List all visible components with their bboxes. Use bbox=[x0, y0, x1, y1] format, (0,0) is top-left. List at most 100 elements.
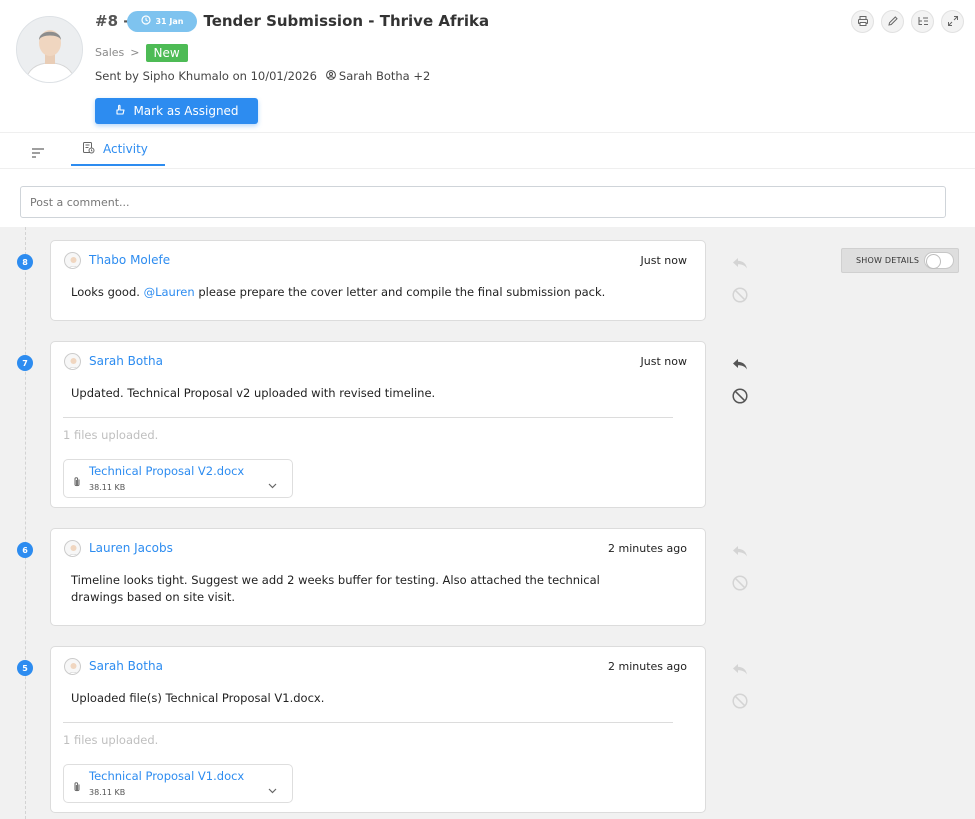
step-number: 5 bbox=[17, 660, 33, 676]
toggle-switch[interactable] bbox=[924, 252, 954, 269]
clock-icon bbox=[141, 15, 152, 27]
files-uploaded-label: 1 files uploaded. bbox=[63, 733, 159, 747]
comment-text-line: drawings based on site visit. bbox=[71, 590, 236, 604]
comment-text-line: Timeline looks tight. Suggest we add 2 w… bbox=[71, 573, 600, 587]
block-icon bbox=[731, 287, 749, 308]
step-number: 7 bbox=[17, 355, 33, 371]
mark-as-assigned-label: Mark as Assigned bbox=[133, 104, 239, 118]
sent-by-text: Sent by Sipho Khumalo on 10/01/2026 bbox=[95, 69, 317, 83]
file-name[interactable]: Technical Proposal V2.docx bbox=[89, 464, 244, 478]
due-date-pill[interactable]: 31 Jan bbox=[127, 10, 198, 32]
user-icon bbox=[325, 69, 336, 83]
reply-icon bbox=[731, 257, 749, 276]
user-avatar bbox=[64, 539, 81, 557]
user-avatar bbox=[64, 251, 81, 269]
paperclip-icon bbox=[72, 778, 82, 797]
block-button[interactable] bbox=[731, 574, 751, 594]
reply-icon bbox=[731, 663, 749, 682]
edit-button[interactable] bbox=[881, 10, 904, 33]
chevron-down-icon[interactable] bbox=[268, 779, 277, 798]
breadcrumb: Sales > New bbox=[95, 42, 188, 63]
timestamp: 2 minutes ago bbox=[608, 659, 687, 673]
breadcrumb-category[interactable]: Sales bbox=[95, 46, 124, 59]
reply-button[interactable] bbox=[731, 660, 751, 680]
block-icon bbox=[731, 693, 749, 714]
assignees[interactable]: Sarah Botha +2 bbox=[325, 69, 430, 83]
card-header: Sarah Botha Just now bbox=[64, 352, 687, 370]
file-attachment[interactable]: Technical Proposal V1.docx 38.11 KB bbox=[63, 764, 293, 803]
pencil-icon bbox=[887, 12, 899, 31]
card-header: Sarah Botha 2 minutes ago bbox=[64, 657, 687, 675]
ticket-title: Tender Submission - Thrive Afrika bbox=[203, 12, 490, 30]
user-avatar bbox=[64, 657, 81, 675]
paperclip-icon bbox=[72, 473, 82, 492]
comment-body: Looks good. @Lauren please prepare the c… bbox=[71, 284, 665, 301]
activity-card: Sarah Botha Just now Updated. Technical … bbox=[50, 341, 706, 508]
divider bbox=[63, 417, 673, 418]
files-uploaded-label: 1 files uploaded. bbox=[63, 428, 159, 442]
expand-button[interactable] bbox=[941, 10, 964, 33]
comment-text: please prepare the cover letter and comp… bbox=[198, 285, 606, 299]
reply-button[interactable] bbox=[731, 355, 751, 375]
file-size: 38.11 KB bbox=[89, 788, 126, 797]
ticket-header: #8 - 31 Jan Tender Submission - Thrive A… bbox=[0, 0, 975, 132]
ticket-title-row: #8 - 31 Jan Tender Submission - Thrive A… bbox=[95, 10, 489, 32]
activity-icon bbox=[82, 141, 95, 157]
user-mention[interactable]: @Lauren bbox=[144, 285, 195, 299]
comment-body: Uploaded file(s) Technical Proposal V1.d… bbox=[71, 691, 325, 705]
author-name[interactable]: Sarah Botha bbox=[89, 659, 163, 673]
comment-text: Looks good. bbox=[71, 285, 140, 299]
hand-pointer-icon bbox=[114, 104, 126, 119]
author-name[interactable]: Thabo Molefe bbox=[89, 253, 170, 267]
entry-actions bbox=[731, 542, 751, 606]
entry-actions bbox=[731, 660, 751, 724]
comment-area bbox=[0, 169, 975, 227]
timestamp: Just now bbox=[640, 354, 687, 368]
author-name[interactable]: Lauren Jacobs bbox=[89, 541, 173, 555]
timeline-line bbox=[25, 227, 26, 819]
block-button[interactable] bbox=[731, 692, 751, 712]
reply-icon bbox=[731, 545, 749, 564]
ticket-number: #8 - bbox=[95, 12, 130, 30]
file-size: 38.11 KB bbox=[89, 483, 126, 492]
checklist-icon bbox=[917, 12, 929, 31]
printer-icon bbox=[857, 12, 869, 31]
comment-body: Timeline looks tight. Suggest we add 2 w… bbox=[71, 572, 665, 606]
timestamp: 2 minutes ago bbox=[608, 541, 687, 555]
entry-actions bbox=[731, 355, 751, 419]
activity-card: Thabo Molefe Just now Looks good. @Laure… bbox=[50, 240, 706, 321]
reply-button[interactable] bbox=[731, 542, 751, 562]
activity-card: Sarah Botha 2 minutes ago Uploaded file(… bbox=[50, 646, 706, 813]
tab-activity[interactable]: Activity bbox=[71, 133, 165, 166]
show-details-label: SHOW DETAILS bbox=[856, 256, 920, 265]
print-button[interactable] bbox=[851, 10, 874, 33]
reply-icon bbox=[731, 358, 749, 377]
tab-bar: Activity bbox=[0, 132, 975, 169]
sort-filter-button[interactable] bbox=[31, 144, 45, 163]
subtasks-button[interactable] bbox=[911, 10, 934, 33]
ticket-meta: Sent by Sipho Khumalo on 10/01/2026 Sara… bbox=[95, 68, 430, 84]
block-icon bbox=[731, 388, 749, 409]
requester-avatar bbox=[16, 16, 83, 83]
expand-icon bbox=[947, 12, 959, 31]
file-name[interactable]: Technical Proposal V1.docx bbox=[89, 769, 244, 783]
due-date-text: 31 Jan bbox=[155, 16, 184, 26]
show-details-toggle[interactable]: SHOW DETAILS bbox=[841, 248, 959, 273]
file-attachment[interactable]: Technical Proposal V2.docx 38.11 KB bbox=[63, 459, 293, 498]
card-header: Lauren Jacobs 2 minutes ago bbox=[64, 539, 687, 557]
reply-button[interactable] bbox=[731, 254, 751, 274]
chevron-down-icon[interactable] bbox=[268, 474, 277, 493]
breadcrumb-separator: > bbox=[130, 46, 140, 59]
comment-input[interactable] bbox=[20, 186, 946, 218]
author-name[interactable]: Sarah Botha bbox=[89, 354, 163, 368]
status-badge: New bbox=[145, 43, 188, 62]
tab-activity-label: Activity bbox=[103, 141, 148, 156]
block-icon bbox=[731, 575, 749, 596]
step-number: 6 bbox=[17, 542, 33, 558]
block-button[interactable] bbox=[731, 286, 751, 306]
block-button[interactable] bbox=[731, 387, 751, 407]
header-actions bbox=[851, 10, 964, 33]
activity-feed: SHOW DETAILS 8 Thabo Molefe Just now Loo… bbox=[0, 227, 975, 819]
mark-as-assigned-button[interactable]: Mark as Assigned bbox=[95, 98, 258, 124]
user-avatar bbox=[64, 352, 81, 370]
